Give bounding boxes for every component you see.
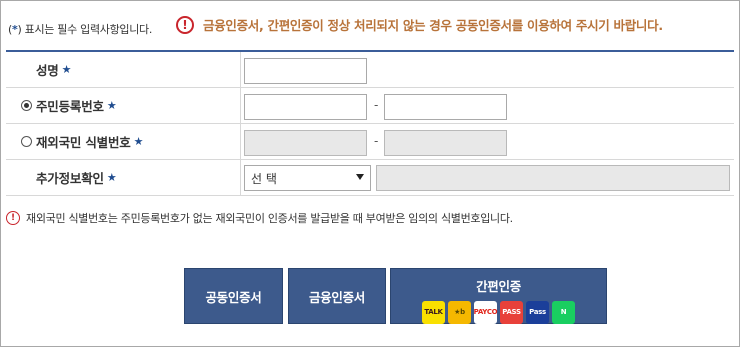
warning-icon: ! bbox=[176, 15, 194, 34]
kakao-talk-icon: TALK bbox=[422, 301, 445, 324]
foreign-id-label-cell: 재외국민 식별번호 ★ bbox=[6, 124, 241, 159]
rrn-input-cell: - bbox=[241, 88, 734, 123]
rrn-front-input[interactable] bbox=[244, 94, 367, 120]
name-label: 성명 bbox=[36, 63, 59, 78]
foreign-id-label: 재외국민 식별번호 bbox=[36, 135, 131, 150]
cert-warning: ! 금융인증서, 간편인증이 정상 처리되지 않는 경우 공동인증서를 이용하여… bbox=[176, 15, 663, 34]
cert-warning-text: 금융인증서, 간편인증이 정상 처리되지 않는 경우 공동인증서를 이용하여 주… bbox=[203, 18, 663, 33]
payco-icon: PAYCO bbox=[474, 301, 498, 324]
foreign-id-info-text: 재외국민 식별번호는 주민등록번호가 없는 재외국민이 인증서를 발급받을 때 … bbox=[26, 212, 513, 225]
info-warning-icon: ! bbox=[6, 211, 20, 225]
rrn-label: 주민등록번호 bbox=[36, 99, 104, 114]
simple-auth-icons: TALK ★b PAYCO PASS Pass N bbox=[422, 301, 575, 324]
row-name: 성명 ★ bbox=[6, 52, 734, 88]
row-extra-info: 추가정보확인 ★ 선 택 bbox=[6, 160, 734, 196]
simple-auth-label: 간편인증 bbox=[476, 279, 521, 294]
foreign-id-back-input[interactable] bbox=[384, 130, 507, 156]
simple-auth-button[interactable]: 간편인증 TALK ★b PAYCO PASS Pass N bbox=[390, 268, 607, 324]
required-star-icon: ★ bbox=[133, 135, 144, 148]
required-note-text: ) 표시는 필수 입력사항입니다. bbox=[17, 23, 153, 36]
extra-info-select-value: 선 택 bbox=[251, 171, 277, 186]
samsung-pass-icon: Pass bbox=[526, 301, 549, 324]
rrn-back-input[interactable] bbox=[384, 94, 507, 120]
required-star-icon: ★ bbox=[61, 63, 72, 76]
finance-cert-button[interactable]: 금융인증서 bbox=[288, 268, 386, 324]
name-input[interactable] bbox=[244, 58, 367, 84]
pass-icon: PASS bbox=[500, 301, 523, 324]
kb-icon: ★b bbox=[448, 301, 471, 324]
foreign-id-info-note: ! 재외국민 식별번호는 주민등록번호가 없는 재외국민이 인증서를 발급받을 … bbox=[6, 210, 513, 226]
extra-info-input-cell: 선 택 bbox=[241, 160, 734, 195]
row-rrn: 주민등록번호 ★ - bbox=[6, 88, 734, 124]
name-label-cell: 성명 ★ bbox=[6, 52, 241, 87]
rrn-dash: - bbox=[374, 98, 379, 112]
name-input-cell bbox=[241, 52, 734, 87]
extra-info-label-cell: 추가정보확인 ★ bbox=[6, 160, 241, 195]
joint-cert-button[interactable]: 공동인증서 bbox=[184, 268, 283, 324]
identity-form-table: 성명 ★ 주민등록번호 ★ - 재외국민 식별번호 ★ - 추가정보확인 ★ 선… bbox=[6, 50, 734, 196]
foreign-id-input-cell: - bbox=[241, 124, 734, 159]
naver-icon: N bbox=[552, 301, 575, 324]
extra-info-label: 추가정보확인 bbox=[36, 171, 104, 186]
row-foreign-id: 재외국민 식별번호 ★ - bbox=[6, 124, 734, 160]
rrn-label-cell: 주민등록번호 ★ bbox=[6, 88, 241, 123]
required-star-icon: ★ bbox=[106, 99, 117, 112]
extra-info-input[interactable] bbox=[376, 165, 730, 191]
foreign-id-radio[interactable] bbox=[21, 136, 32, 147]
required-note: (*) 표시는 필수 입력사항입니다. bbox=[8, 21, 152, 37]
foreign-id-front-input[interactable] bbox=[244, 130, 367, 156]
foreign-id-dash: - bbox=[374, 134, 379, 148]
finance-cert-label: 금융인증서 bbox=[308, 289, 365, 305]
extra-info-select[interactable]: 선 택 bbox=[244, 165, 371, 191]
dropdown-arrow-icon bbox=[356, 174, 364, 180]
joint-cert-label: 공동인증서 bbox=[205, 289, 262, 305]
required-star-icon: ★ bbox=[106, 171, 117, 184]
rrn-radio[interactable] bbox=[21, 100, 32, 111]
